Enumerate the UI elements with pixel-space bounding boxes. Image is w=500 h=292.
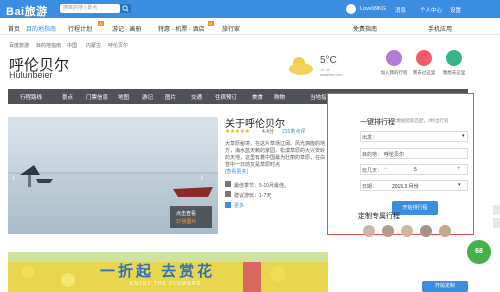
been-here-button[interactable] — [416, 50, 432, 66]
add-to-itinerary-button[interactable] — [386, 50, 402, 66]
menu-item-photos[interactable]: 图片 — [165, 93, 176, 101]
nav-item-destinations[interactable]: 目的地指南 — [26, 24, 56, 33]
planner-note: 大数据智能匹配，3秒出行程 — [392, 118, 449, 123]
suggested-duration: 建议游玩：1-7天 — [234, 193, 272, 199]
rating-score: 4.4分 — [262, 129, 274, 135]
destination-value: 呼伦贝尔 — [384, 152, 405, 158]
menu-item-notes[interactable]: 游记 — [142, 93, 153, 101]
banner-headline: 一折起 去赏花 — [100, 263, 216, 280]
days-value: 5 — [414, 167, 417, 173]
mobile-app-link[interactable]: 手机应用 — [428, 24, 452, 33]
nav-item-deals[interactable]: 特惠 · 机票 · 酒店 — [158, 24, 205, 33]
nav-item-notes[interactable]: 游记 · 画册 — [112, 24, 141, 33]
menu-item-tickets[interactable]: 门票信息 — [86, 93, 108, 101]
new-badge: N — [98, 21, 104, 26]
calendar-icon — [225, 181, 231, 187]
destination-label: 目的地： — [362, 152, 383, 158]
chevron-down-icon[interactable]: ▾ — [458, 182, 461, 188]
more-description-link[interactable]: [查看更多] — [225, 168, 248, 175]
want-to-go-button[interactable] — [446, 50, 462, 66]
photo-count: 37张图片 — [176, 219, 197, 225]
chevron-down-icon[interactable]: ▾ — [462, 133, 465, 139]
weather-source: weather.com — [320, 72, 343, 77]
messages-link[interactable]: 消息 — [395, 6, 406, 14]
free-guide-link[interactable]: 免费指南 — [353, 24, 377, 33]
custom-title: 定制专属行程 — [358, 213, 400, 220]
avatar[interactable] — [363, 225, 375, 237]
departure-label: 出发： — [362, 135, 378, 141]
star-rating-icon: ★★★★★ — [225, 129, 250, 135]
settings-link[interactable]: 设置 — [450, 6, 461, 14]
menu-item-shopping[interactable]: 购物 — [274, 93, 285, 101]
search-icon — [122, 5, 129, 12]
breadcrumb-item[interactable]: 百度旅游 — [9, 42, 29, 49]
menu-item-transport[interactable]: 交通 — [191, 93, 202, 101]
been-here-label: 我去过这里 — [412, 70, 436, 75]
side-tool-button[interactable] — [493, 218, 500, 228]
avatar[interactable] — [346, 4, 356, 14]
plus-icon[interactable]: + — [457, 166, 461, 172]
breadcrumb-item: 呼伦贝尔 — [108, 43, 129, 49]
next-arrow-icon[interactable]: › — [200, 172, 203, 183]
want-to-go-label: 我想去这里 — [442, 70, 466, 75]
best-season: 最佳季节：5-10月最佳。 — [234, 183, 290, 189]
description-text: 大草原秘境，在这片草场辽阔、风光旖旎的地方，海水蓝天赖的家园，松漠草原的大兴安岭… — [225, 141, 326, 168]
avatar[interactable] — [401, 225, 413, 237]
floating-badge[interactable]: 68 — [467, 240, 491, 264]
avatar[interactable] — [439, 225, 451, 237]
avatar[interactable] — [420, 225, 432, 237]
logo[interactable]: Bai旅游 — [6, 3, 48, 19]
planner-title: 一键排行程 — [360, 119, 395, 126]
prev-arrow-icon[interactable]: ‹ — [12, 172, 15, 183]
breadcrumb-item[interactable]: 中国 — [67, 42, 77, 49]
nav-item-travelers[interactable]: 旅行家 — [222, 24, 240, 33]
username-link[interactable]: Love99KG — [360, 6, 386, 12]
page-subtitle: Hulunbeier — [9, 70, 53, 80]
date-value: 2015.3 月份 — [392, 184, 419, 190]
see-photos-label: 点击查看 — [176, 211, 197, 217]
search-button[interactable] — [120, 4, 131, 13]
clock-icon — [225, 191, 231, 197]
days-label: 玩几天： — [362, 168, 383, 174]
weather-temp: 5°C — [320, 55, 337, 66]
avatar[interactable] — [382, 225, 394, 237]
start-custom-button[interactable]: 开始定制 — [422, 281, 468, 292]
profile-link[interactable]: 个人中心 — [420, 6, 442, 14]
search-input[interactable]: 搜目的地 | 景点 — [60, 4, 120, 13]
nav-item-home[interactable]: 首页 — [8, 24, 20, 33]
menu-item-map[interactable]: 地图 — [118, 93, 129, 101]
more-icon — [225, 202, 231, 208]
date-label: 日期： — [362, 184, 378, 190]
nav-item-plans[interactable]: 行程计划 — [68, 24, 92, 33]
add-to-itinerary-label: 加入我的行程 — [380, 70, 408, 75]
menu-item-sights[interactable]: 景点 — [62, 93, 73, 101]
menu-item-routes[interactable]: 行程路线 — [20, 93, 42, 101]
more-link[interactable]: 更多 — [234, 202, 244, 209]
banner-subtext: ENJOY THE FLOWERS — [130, 281, 201, 287]
reviews-link[interactable]: 231条点评 — [282, 128, 305, 135]
minus-icon[interactable]: − — [384, 166, 388, 172]
menu-item-hotels[interactable]: 住宿预订 — [215, 93, 237, 101]
hot-badge: H — [208, 21, 214, 26]
breadcrumb-item[interactable]: 内蒙古 — [86, 42, 101, 49]
menu-item-food[interactable]: 美食 — [252, 93, 263, 101]
cloud-icon — [289, 57, 313, 75]
breadcrumb-item[interactable]: 目的地指南 — [36, 42, 61, 49]
side-tool-button[interactable] — [493, 205, 500, 215]
